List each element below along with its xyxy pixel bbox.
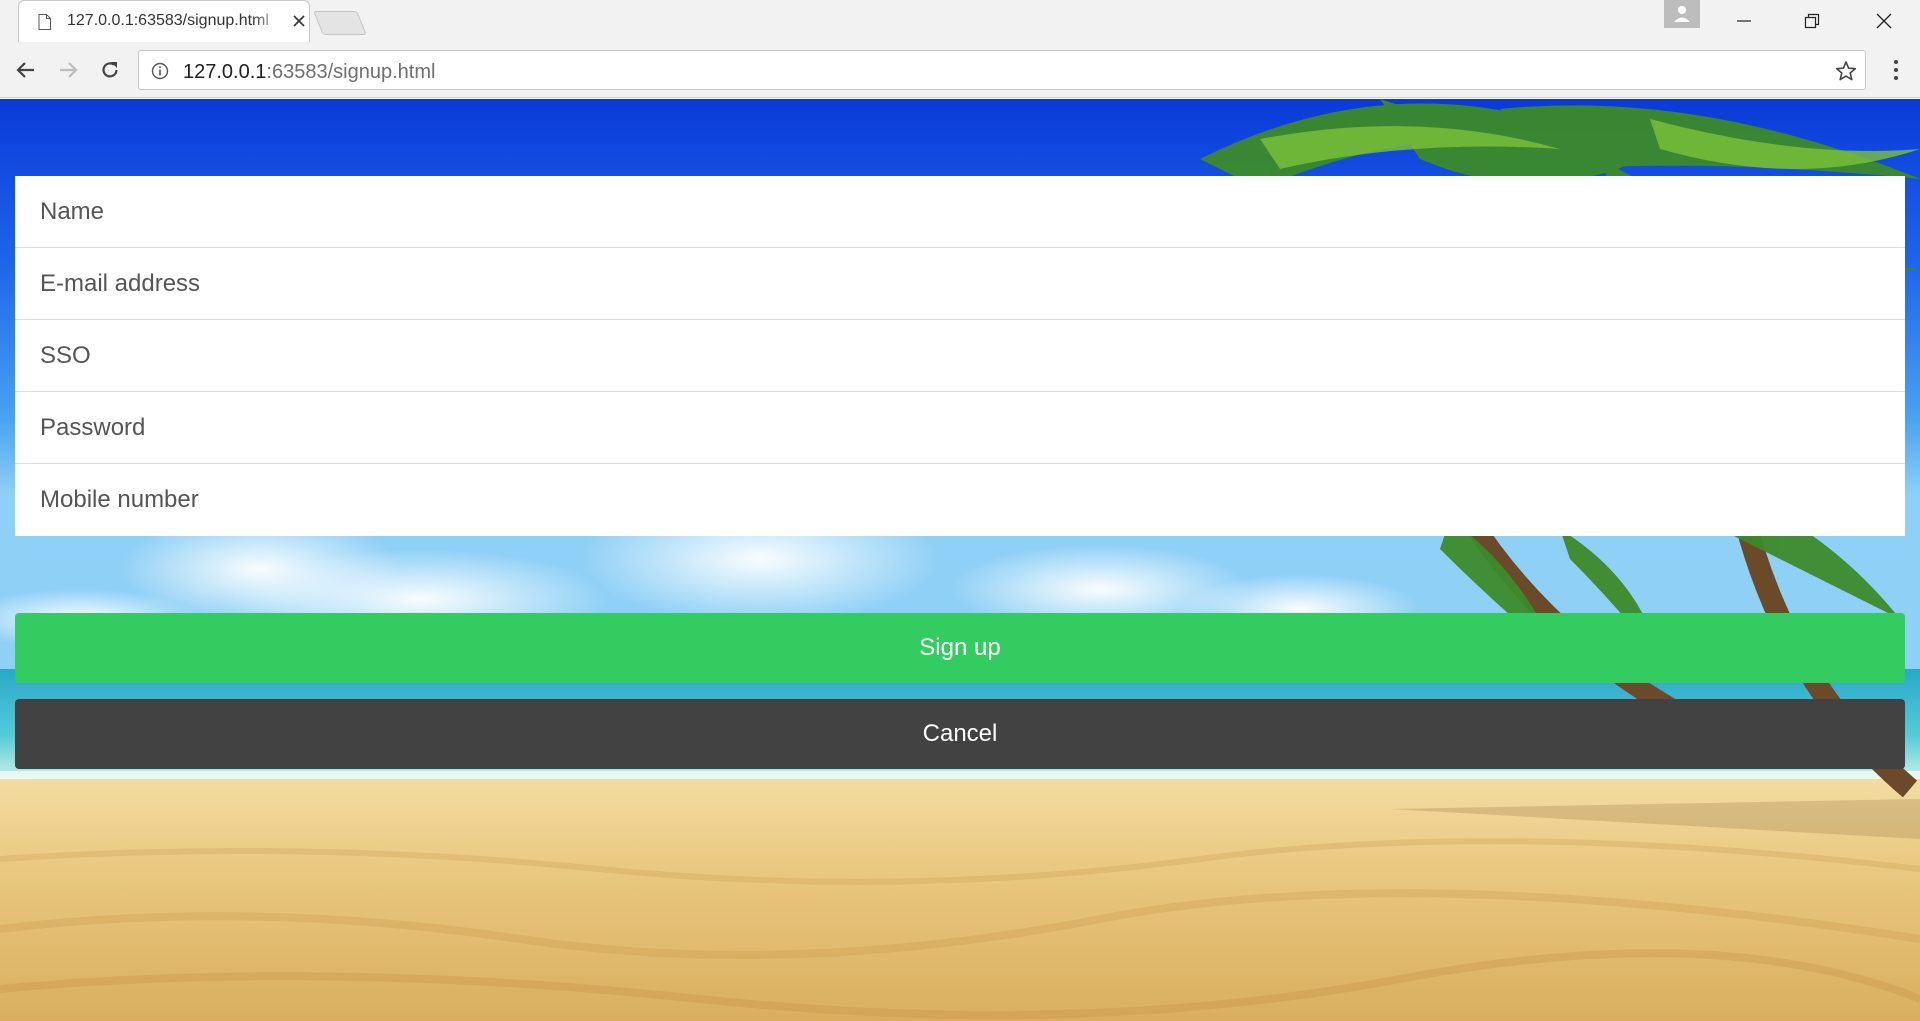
bookmark-star-icon[interactable] [1835, 60, 1857, 82]
reload-button[interactable] [94, 54, 126, 86]
back-button[interactable] [10, 54, 42, 86]
minimize-icon [1737, 20, 1751, 22]
reload-icon [102, 62, 118, 78]
restore-button[interactable] [1780, 0, 1844, 42]
close-tab-icon[interactable] [291, 13, 307, 29]
tab-title: 127.0.0.1:63583/signup.html [67, 12, 269, 29]
password-field-row [15, 392, 1905, 464]
url-path: :63583/signup.html [266, 61, 436, 83]
forward-button[interactable] [52, 54, 84, 86]
page-viewport: Sign up Cancel [0, 99, 1920, 1021]
cancel-button[interactable]: Cancel [15, 699, 1905, 769]
new-tab-button[interactable] [313, 11, 367, 35]
mobile-number-input[interactable] [15, 464, 1905, 536]
email-field-row [15, 248, 1905, 320]
more-menu-icon[interactable] [1884, 58, 1908, 82]
name-field-row [15, 176, 1905, 248]
file-icon [38, 14, 51, 30]
minimize-button[interactable] [1712, 0, 1776, 42]
url-host: 127.0.0.1 [183, 61, 267, 83]
info-icon[interactable] [151, 62, 169, 80]
address-bar[interactable]: 127.0.0.1:63583/signup.html [138, 50, 1866, 90]
browser-toolbar: 127.0.0.1:63583/signup.html [0, 42, 1920, 98]
arrow-right-icon [60, 62, 78, 78]
sso-input[interactable] [15, 320, 1905, 391]
close-icon [1876, 13, 1892, 29]
email-input[interactable] [15, 248, 1905, 319]
url-text: 127.0.0.1:63583/signup.html [183, 61, 435, 84]
sign-up-button[interactable]: Sign up [15, 613, 1905, 683]
profile-icon[interactable] [1664, 0, 1700, 28]
name-input[interactable] [15, 176, 1905, 247]
browser-tab-strip: 127.0.0.1:63583/signup.html [0, 0, 1920, 42]
password-input[interactable] [15, 392, 1905, 463]
sso-field-row [15, 320, 1905, 392]
close-window-button[interactable] [1852, 0, 1916, 42]
browser-tab[interactable]: 127.0.0.1:63583/signup.html [18, 0, 310, 42]
signup-form [15, 176, 1905, 536]
restore-icon [1804, 13, 1820, 29]
mobile-field-row [15, 464, 1905, 536]
arrow-left-icon [16, 62, 34, 78]
